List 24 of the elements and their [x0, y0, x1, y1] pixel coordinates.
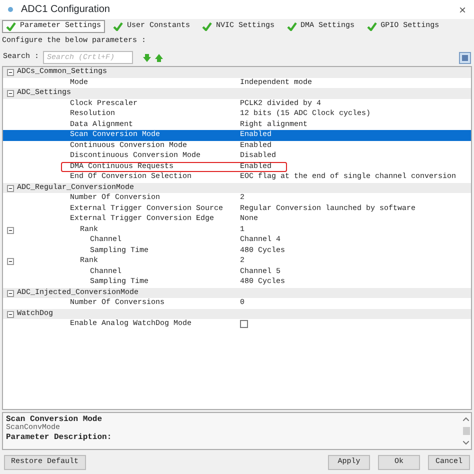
arrow-down-icon[interactable]: [143, 54, 152, 62]
check-icon: [6, 22, 16, 30]
collapse-icon[interactable]: [7, 310, 14, 318]
description-heading: Parameter Description:: [6, 433, 113, 442]
collapse-icon[interactable]: [7, 258, 14, 266]
collapse-icon[interactable]: [7, 184, 14, 192]
check-icon: [113, 22, 124, 30]
close-button[interactable]: ×: [458, 0, 466, 18]
check-icon: [202, 22, 212, 30]
scrollbar-thumb[interactable]: [462, 427, 470, 436]
scroll-up-icon[interactable]: [463, 417, 469, 422]
arrow-up-icon[interactable]: [155, 54, 164, 62]
check-icon: [286, 22, 297, 30]
collapse-icon[interactable]: [7, 290, 14, 297]
scroll-down-icon[interactable]: [463, 441, 469, 446]
grid-view-icon[interactable]: [459, 52, 471, 64]
window-title: ADC1 Configuration: [21, 3, 110, 17]
check-icon: [366, 22, 377, 30]
description-title: Scan Conversion Mode: [6, 415, 104, 424]
window-icon: [8, 7, 13, 12]
checkbox[interactable]: [240, 320, 248, 328]
collapse-icon[interactable]: [7, 69, 14, 76]
collapse-icon[interactable]: [7, 90, 14, 98]
collapse-icon[interactable]: [7, 226, 14, 234]
